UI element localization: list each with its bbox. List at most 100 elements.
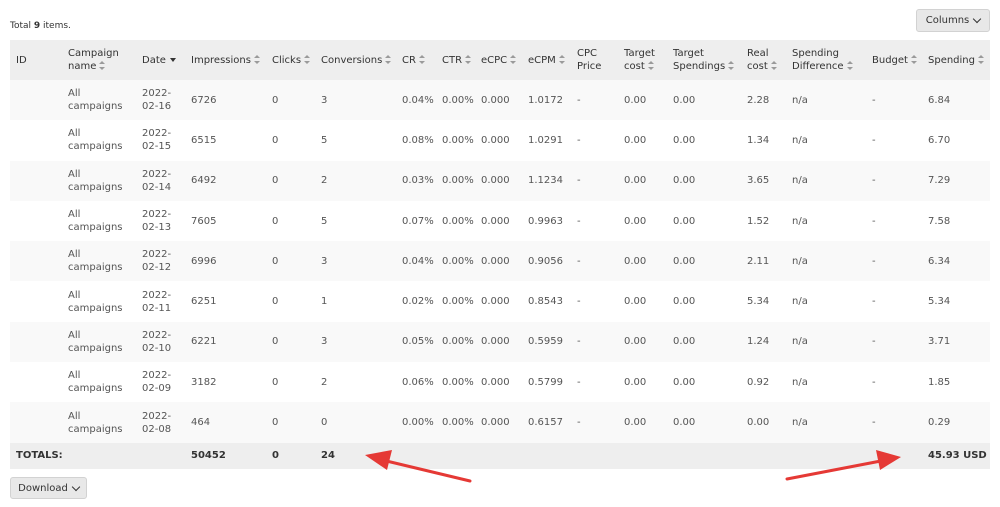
cell-target-spendings: 0.00	[667, 80, 741, 121]
header-impressions[interactable]: Impressions	[185, 40, 266, 80]
cell-impressions: 3182	[185, 362, 266, 403]
cell-ecpc: 0.000	[475, 160, 522, 201]
cell-clicks: 0	[266, 120, 315, 161]
cell-target-cost: 0.00	[618, 200, 667, 242]
header-ctr-label: CTR	[442, 54, 463, 66]
sort-icon	[99, 61, 106, 70]
cell-id	[10, 241, 62, 282]
header-clicks[interactable]: Clicks	[266, 40, 315, 80]
cell-ctr: 0.00%	[436, 281, 475, 322]
cell-spending-difference: n/a	[786, 362, 866, 403]
cell-budget: -	[866, 321, 922, 363]
chevron-down-icon	[973, 14, 982, 24]
cell-impressions: 6251	[185, 281, 266, 322]
header-ecpc[interactable]: eCPC	[475, 40, 522, 80]
cell-impressions: 6515	[185, 120, 266, 161]
cell-ecpm: 0.6157	[522, 402, 571, 443]
cell-real-cost: 0.92	[741, 362, 786, 403]
cell-cpc-price: -	[571, 321, 618, 363]
header-campaign-name[interactable]: Campaign name	[62, 40, 136, 80]
header-ecpm[interactable]: eCPM	[522, 40, 571, 80]
header-target-spendings[interactable]: Target Spendings	[667, 40, 741, 80]
cell-budget: -	[866, 281, 922, 322]
cell-campaign: All campaigns	[62, 321, 136, 363]
cell-campaign: All campaigns	[62, 200, 136, 242]
cell-cr: 0.03%	[396, 160, 436, 201]
cell-cpc-price: -	[571, 80, 618, 121]
download-button[interactable]: Download	[10, 477, 87, 499]
cell-real-cost: 5.34	[741, 281, 786, 322]
cell-target-spendings: 0.00	[667, 120, 741, 161]
cell-spending: 6.84	[922, 80, 990, 121]
sort-icon	[978, 54, 984, 64]
sort-desc-icon	[169, 57, 176, 62]
cell-id	[10, 120, 62, 161]
cell-cr: 0.08%	[396, 120, 436, 161]
header-budget[interactable]: Budget	[866, 40, 922, 80]
table-row: All campaigns 2022-02-16 6726 0 3 0.04% 0.00% 0…	[10, 80, 990, 121]
cell-clicks: 0	[266, 80, 315, 121]
cell-conversions: 5	[315, 120, 396, 161]
summary-prefix: Total	[10, 21, 34, 31]
cell-cr: 0.07%	[396, 200, 436, 242]
header-conversions[interactable]: Conversions	[315, 40, 396, 80]
header-id-label: ID	[16, 54, 27, 66]
table-row: All campaigns 2022-02-13 7605 0 5 0.07% 0.00% 0…	[10, 200, 990, 242]
cell-target-cost: 0.00	[618, 402, 667, 443]
cell-spending: 0.29	[922, 402, 990, 443]
cell-spending-difference: n/a	[786, 281, 866, 322]
header-ecpm-label: eCPM	[528, 54, 556, 66]
sort-icon	[647, 61, 654, 70]
cell-date: 2022-02-16	[136, 80, 185, 121]
header-real-cost-label: Real cost	[747, 48, 769, 72]
cell-spending: 7.58	[922, 200, 990, 242]
cell-ecpc: 0.000	[475, 402, 522, 443]
sort-icon	[418, 54, 425, 64]
cell-ctr: 0.00%	[436, 362, 475, 403]
cell-id	[10, 281, 62, 322]
header-spending[interactable]: Spending	[922, 40, 990, 80]
cell-date: 2022-02-11	[136, 281, 185, 322]
sort-icon	[385, 54, 392, 64]
columns-button[interactable]: Columns	[916, 9, 990, 32]
cell-ecpm: 1.0291	[522, 120, 571, 161]
sort-icon	[253, 54, 260, 64]
header-cpc-price[interactable]: CPC Price	[571, 40, 618, 80]
cell-target-spendings: 0.00	[667, 402, 741, 443]
cell-id	[10, 80, 62, 121]
cell-id	[10, 402, 62, 443]
header-real-cost[interactable]: Real cost	[741, 40, 786, 80]
cell-spending-difference: n/a	[786, 160, 866, 201]
cell-impressions: 6996	[185, 241, 266, 282]
totals-impressions: 50452	[185, 442, 266, 469]
cell-spending-difference: n/a	[786, 200, 866, 242]
table-row: All campaigns 2022-02-14 6492 0 2 0.03% 0.00% 0…	[10, 160, 990, 201]
cell-cr: 0.06%	[396, 362, 436, 403]
totals-empty	[396, 442, 922, 469]
cell-spending-difference: n/a	[786, 120, 866, 161]
cell-spending: 6.34	[922, 241, 990, 282]
header-ctr[interactable]: CTR	[436, 40, 475, 80]
header-budget-label: Budget	[872, 54, 908, 66]
cell-budget: -	[866, 241, 922, 282]
cell-clicks: 0	[266, 402, 315, 443]
cell-cr: 0.02%	[396, 281, 436, 322]
table-row: All campaigns 2022-02-12 6996 0 3 0.04% 0.00% 0…	[10, 241, 990, 282]
header-date-label: Date	[142, 54, 166, 66]
cell-budget: -	[866, 200, 922, 242]
cell-conversions: 2	[315, 362, 396, 403]
header-spending-label: Spending	[928, 54, 975, 66]
header-date[interactable]: Date	[136, 40, 185, 80]
header-spending-difference[interactable]: Spending Difference	[786, 40, 866, 80]
cell-date: 2022-02-13	[136, 200, 185, 242]
cell-clicks: 0	[266, 321, 315, 363]
header-id[interactable]: ID	[10, 40, 62, 80]
cell-real-cost: 1.34	[741, 120, 786, 161]
totals-label: TOTALS:	[10, 442, 185, 469]
cell-ecpm: 0.5799	[522, 362, 571, 403]
cell-impressions: 464	[185, 402, 266, 443]
header-cr[interactable]: CR	[396, 40, 436, 80]
cell-id	[10, 160, 62, 201]
header-target-cost[interactable]: Target cost	[618, 40, 667, 80]
cell-cpc-price: -	[571, 160, 618, 201]
